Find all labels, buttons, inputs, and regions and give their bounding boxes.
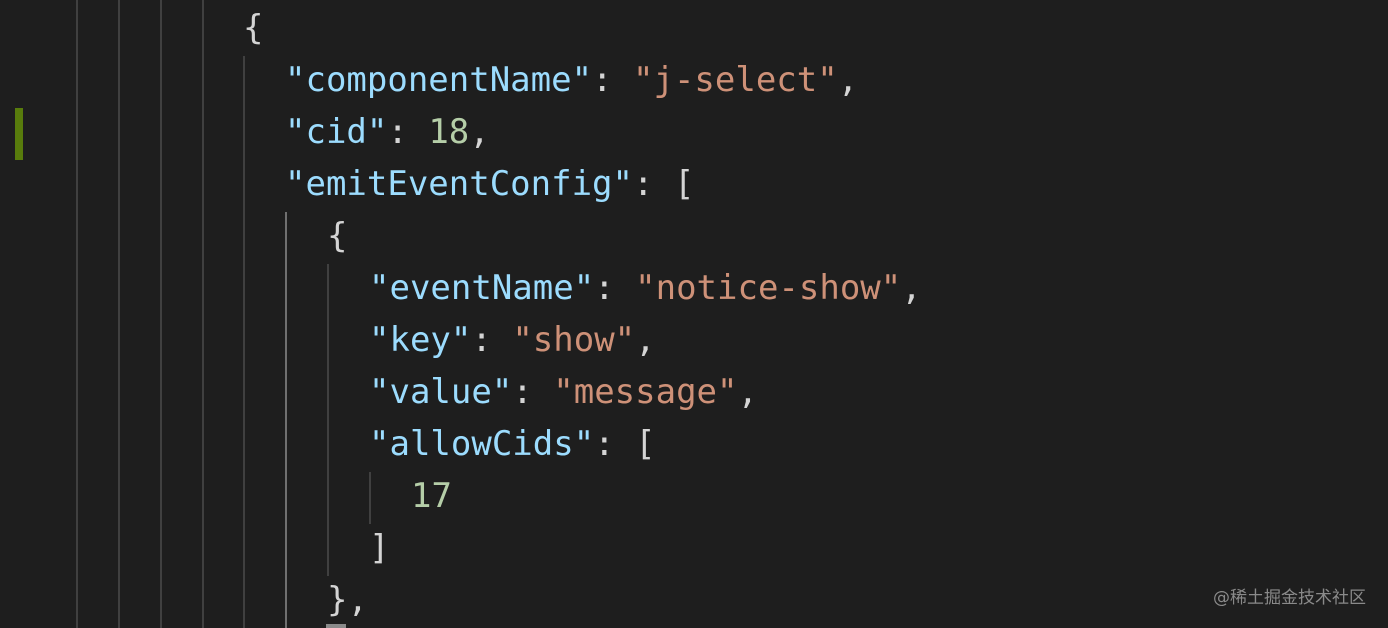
code-line[interactable]: "emitEventConfig": [ [285,158,694,210]
indent-guide [160,0,162,628]
json-punctuation: : [387,112,429,152]
code-line[interactable]: "eventName": "notice-show", [369,262,922,314]
json-key: "emitEventConfig" [285,164,633,204]
json-number-value: 17 [411,476,452,516]
code-line[interactable]: "allowCids": [ [369,418,656,470]
json-punctuation: : [ [633,164,695,204]
json-string-value: "message" [553,372,738,412]
json-string-value: "show" [512,320,636,360]
json-key: "cid" [285,112,388,152]
json-punctuation: : [ [594,424,656,464]
json-key: "value" [369,372,513,412]
json-punctuation: : [471,320,513,360]
code-line[interactable]: 17 [411,470,452,522]
indent-guide [369,472,371,524]
json-punctuation: ] [369,528,390,568]
code-line[interactable]: "value": "message", [369,366,758,418]
watermark-text: @稀土掘金技术社区 [1213,588,1366,608]
indent-guide [327,264,329,576]
code-editor[interactable]: { "componentName": "j-select", "cid": 18… [0,0,1388,628]
indent-guide [76,0,78,628]
git-modified-marker [15,108,23,160]
code-line[interactable]: }, [327,574,368,626]
json-punctuation: , [837,60,859,100]
json-string-value: "j-select" [633,60,838,100]
json-punctuation: , [901,268,922,308]
indent-guide [202,0,204,628]
json-key: "allowCids" [369,424,595,464]
json-punctuation: }, [327,580,368,620]
code-line[interactable]: ] [369,522,389,574]
json-punctuation: , [635,320,656,360]
indent-guide [118,0,120,628]
json-key: "componentName" [285,60,593,100]
json-punctuation: , [469,112,490,152]
json-key: "eventName" [369,268,595,308]
json-punctuation: : [512,372,554,412]
code-line[interactable]: { [327,210,347,262]
json-punctuation: , [737,372,758,412]
code-line[interactable]: "componentName": "j-select", [285,54,858,106]
code-line[interactable]: { [243,2,263,54]
json-string-value: "notice-show" [635,268,902,308]
json-number-value: 18 [428,112,470,152]
json-key: "key" [369,320,472,360]
json-punctuation: { [327,216,348,256]
code-line[interactable]: "key": "show", [369,314,656,366]
indent-guide-active [285,212,287,628]
text-cursor-hint [326,624,346,628]
code-line[interactable]: "cid": 18, [285,106,490,158]
json-punctuation: : [594,268,636,308]
json-punctuation: { [243,8,264,48]
indent-guide [243,56,245,628]
json-punctuation: : [592,60,633,100]
